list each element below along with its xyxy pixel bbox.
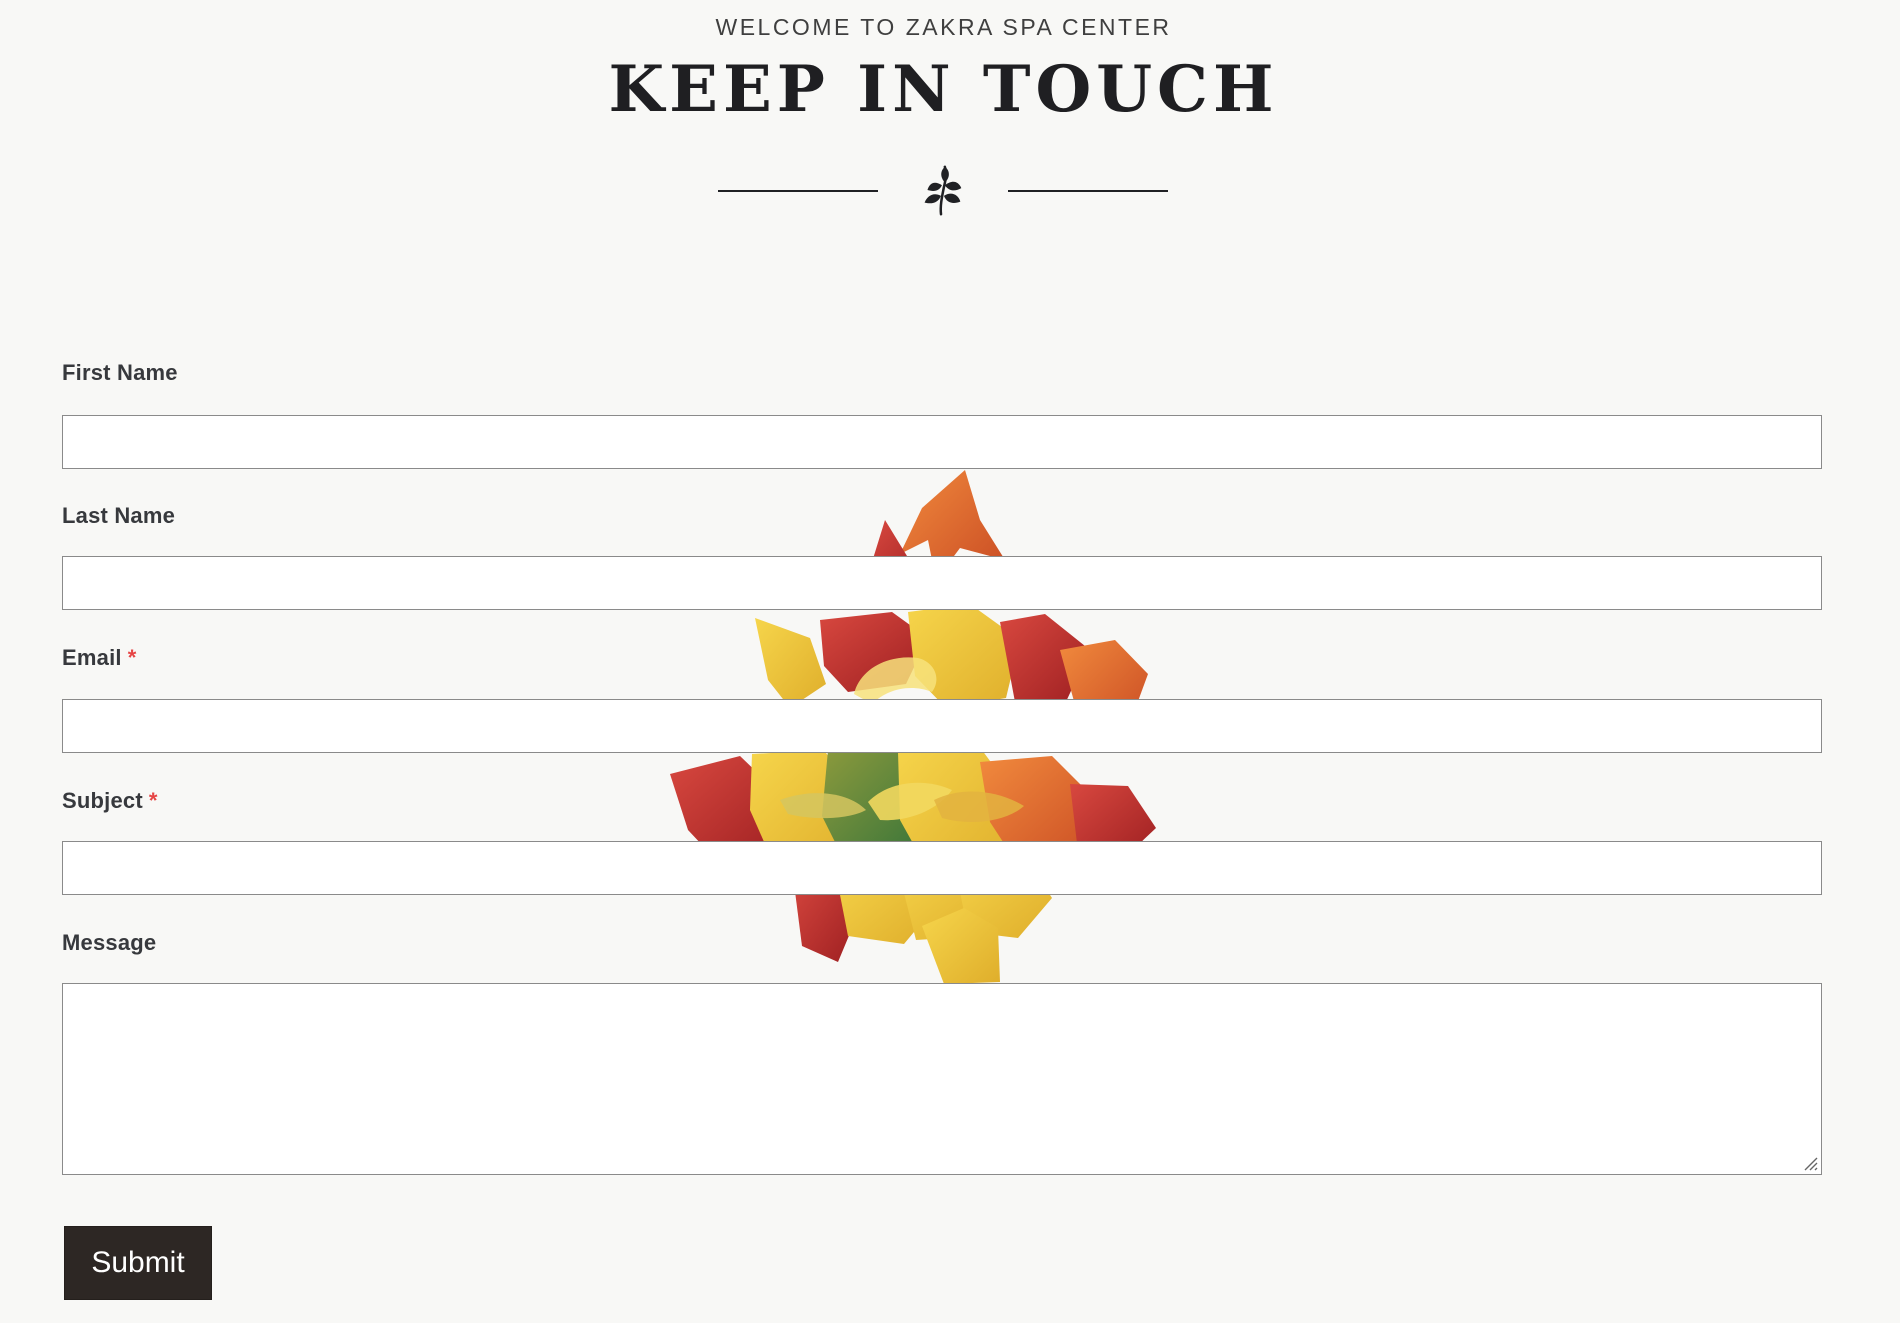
email-field[interactable] [62, 699, 1822, 753]
email-label: Email * [62, 645, 136, 671]
message-textarea[interactable] [62, 983, 1822, 1175]
subject-field[interactable] [62, 841, 1822, 895]
eyebrow-text: WELCOME TO ZAKRA SPA CENTER [715, 14, 1172, 40]
subject-required-marker: * [148, 788, 158, 813]
page-title: KEEP IN TOUCH [608, 52, 1279, 127]
submit-button[interactable]: Submit [64, 1226, 212, 1300]
resize-handle-icon[interactable] [1801, 1154, 1819, 1172]
divider-line-left [718, 190, 878, 192]
subject-label-text: Subject [62, 788, 143, 813]
last-name-field[interactable] [62, 556, 1822, 610]
title-divider [718, 162, 1168, 222]
first-name-label: First Name [62, 360, 178, 386]
last-name-label-text: Last Name [62, 503, 176, 528]
email-label-text: Email [62, 645, 122, 670]
divider-line-right [1008, 190, 1168, 192]
email-required-marker: * [127, 645, 137, 670]
message-label: Message [62, 930, 156, 956]
leaf-icon [924, 165, 962, 216]
first-name-label-text: First Name [62, 360, 178, 385]
first-name-field[interactable] [62, 415, 1822, 469]
message-label-text: Message [62, 930, 157, 955]
subject-label: Subject * [62, 788, 158, 814]
last-name-label: Last Name [62, 503, 175, 529]
